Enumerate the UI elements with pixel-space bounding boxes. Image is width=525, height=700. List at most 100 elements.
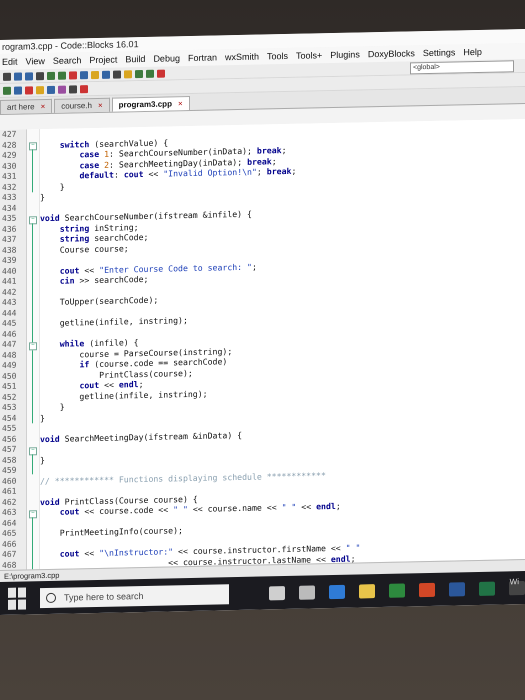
debug-run-icon[interactable] [3, 86, 11, 95]
line-number: 433 [2, 192, 17, 202]
line-number: 452 [2, 392, 17, 402]
run-to-cursor-icon[interactable] [14, 86, 22, 95]
line-number: 450 [2, 371, 17, 381]
line-number: 441 [2, 276, 17, 286]
menu-item[interactable]: Tools+ [296, 50, 322, 61]
save-icon[interactable] [25, 71, 33, 80]
menu-item[interactable]: Search [53, 55, 82, 66]
replace-icon[interactable] [113, 69, 121, 79]
line-number: 458 [2, 455, 17, 465]
save-all-icon[interactable] [36, 71, 44, 80]
store-icon[interactable] [389, 583, 406, 598]
menu-item[interactable]: Fortran [188, 52, 217, 63]
line-number: 428 [2, 140, 17, 150]
pause-icon[interactable] [69, 84, 77, 94]
line-number: 434 [2, 203, 17, 213]
file-explorer-icon[interactable] [359, 583, 376, 598]
editor-tab[interactable]: program3.cpp × [111, 96, 190, 112]
line-number: 467 [2, 549, 17, 559]
word-icon[interactable] [449, 581, 466, 597]
line-number: 455 [2, 423, 17, 433]
menu-item[interactable]: wxSmith [225, 52, 259, 63]
line-number: 462 [2, 497, 17, 507]
editor-tab-label: program3.cpp [118, 99, 172, 110]
menu-item[interactable]: Build [125, 54, 145, 64]
line-number: 460 [2, 476, 17, 486]
close-tab-icon[interactable]: × [178, 99, 183, 108]
line-number: 461 [2, 486, 17, 496]
line-number: 459 [2, 465, 17, 475]
menu-item[interactable]: Settings [423, 47, 456, 58]
undo-icon[interactable] [47, 71, 55, 80]
line-number: 429 [2, 150, 17, 160]
cut-icon[interactable] [69, 70, 77, 80]
fold-margin[interactable]: − − − − − [27, 129, 40, 570]
line-number: 447 [2, 339, 17, 349]
code-text-area[interactable]: switch (searchValue) { case 1: SearchCou… [40, 119, 525, 570]
powerpoint-icon[interactable] [419, 582, 436, 597]
menu-item[interactable]: Project [89, 55, 117, 66]
breakpoint-icon[interactable] [25, 85, 33, 94]
menu-item[interactable]: Help [463, 47, 482, 57]
new-file-icon[interactable] [3, 72, 11, 81]
close-tab-icon[interactable]: × [41, 102, 46, 111]
code-editor[interactable]: 427 428 429 430 431 432 433 434 435 436 437 438 439 4… [0, 119, 525, 571]
line-number: 446 [2, 329, 17, 339]
paste-icon[interactable] [91, 70, 99, 79]
step-into-icon[interactable] [47, 85, 55, 94]
step-out-icon[interactable] [58, 85, 66, 94]
menu-item[interactable]: DoxyBlocks [368, 48, 415, 59]
fold-toggle-icon[interactable]: − [29, 142, 37, 151]
close-tab-icon[interactable]: × [98, 101, 103, 110]
taskbar-corner-label: Wi [509, 577, 519, 587]
edge-browser-icon[interactable] [329, 584, 346, 599]
line-number: 456 [2, 434, 17, 444]
mic-icon[interactable] [269, 585, 286, 600]
redo-icon[interactable] [58, 71, 66, 80]
line-number-gutter: 427 428 429 430 431 432 433 434 435 436 437 438 439 4… [0, 129, 27, 570]
menu-item[interactable]: Tools [267, 51, 288, 61]
windows-start-icon[interactable] [8, 586, 30, 610]
line-number: 430 [2, 161, 17, 171]
build-icon[interactable] [124, 69, 132, 78]
line-number: 437 [2, 234, 17, 244]
menu-item[interactable]: View [26, 56, 45, 66]
line-number: 431 [2, 171, 17, 181]
line-number: 451 [2, 381, 17, 391]
line-number: 463 [2, 507, 17, 517]
fold-toggle-icon[interactable]: − [29, 447, 37, 456]
line-number: 443 [2, 297, 17, 307]
line-number: 445 [2, 318, 17, 328]
editor-tab-label: course.h [61, 101, 92, 111]
debug-stop-icon[interactable] [80, 84, 88, 93]
step-icon[interactable] [36, 85, 44, 94]
menu-item[interactable]: Edit [2, 57, 18, 67]
stop-icon[interactable] [157, 69, 165, 78]
editor-tab[interactable]: course.h × [54, 97, 110, 113]
menu-item[interactable]: Debug [153, 53, 180, 64]
fold-toggle-icon[interactable]: − [29, 342, 37, 351]
line-number: 442 [2, 287, 17, 297]
copy-icon[interactable] [80, 70, 88, 79]
taskbar-search-input[interactable]: Type here to search [39, 583, 230, 608]
fold-toggle-icon[interactable]: − [29, 216, 37, 225]
global-scope-select[interactable]: <global> [410, 60, 514, 75]
line-number: 465 [2, 528, 17, 538]
fold-guide [32, 149, 33, 193]
line-number: 436 [2, 224, 17, 234]
taskbar-search-placeholder: Type here to search [63, 590, 144, 603]
editor-tab[interactable]: art here × [0, 98, 53, 114]
fold-toggle-icon[interactable]: − [29, 510, 37, 519]
find-icon[interactable] [102, 70, 110, 79]
screen: rogram3.cpp - Code::Blocks 16.01 Edit Vie… [0, 29, 525, 616]
excel-icon[interactable] [479, 581, 496, 596]
build-run-icon[interactable] [146, 69, 154, 78]
fold-guide [32, 517, 33, 570]
open-file-icon[interactable] [14, 72, 22, 81]
line-number: 427 [2, 129, 17, 139]
menu-item[interactable]: Plugins [330, 49, 360, 60]
run-icon[interactable] [135, 69, 143, 78]
line-number: 449 [2, 360, 17, 370]
line-number: 464 [2, 518, 17, 528]
task-view-icon[interactable] [299, 584, 316, 600]
